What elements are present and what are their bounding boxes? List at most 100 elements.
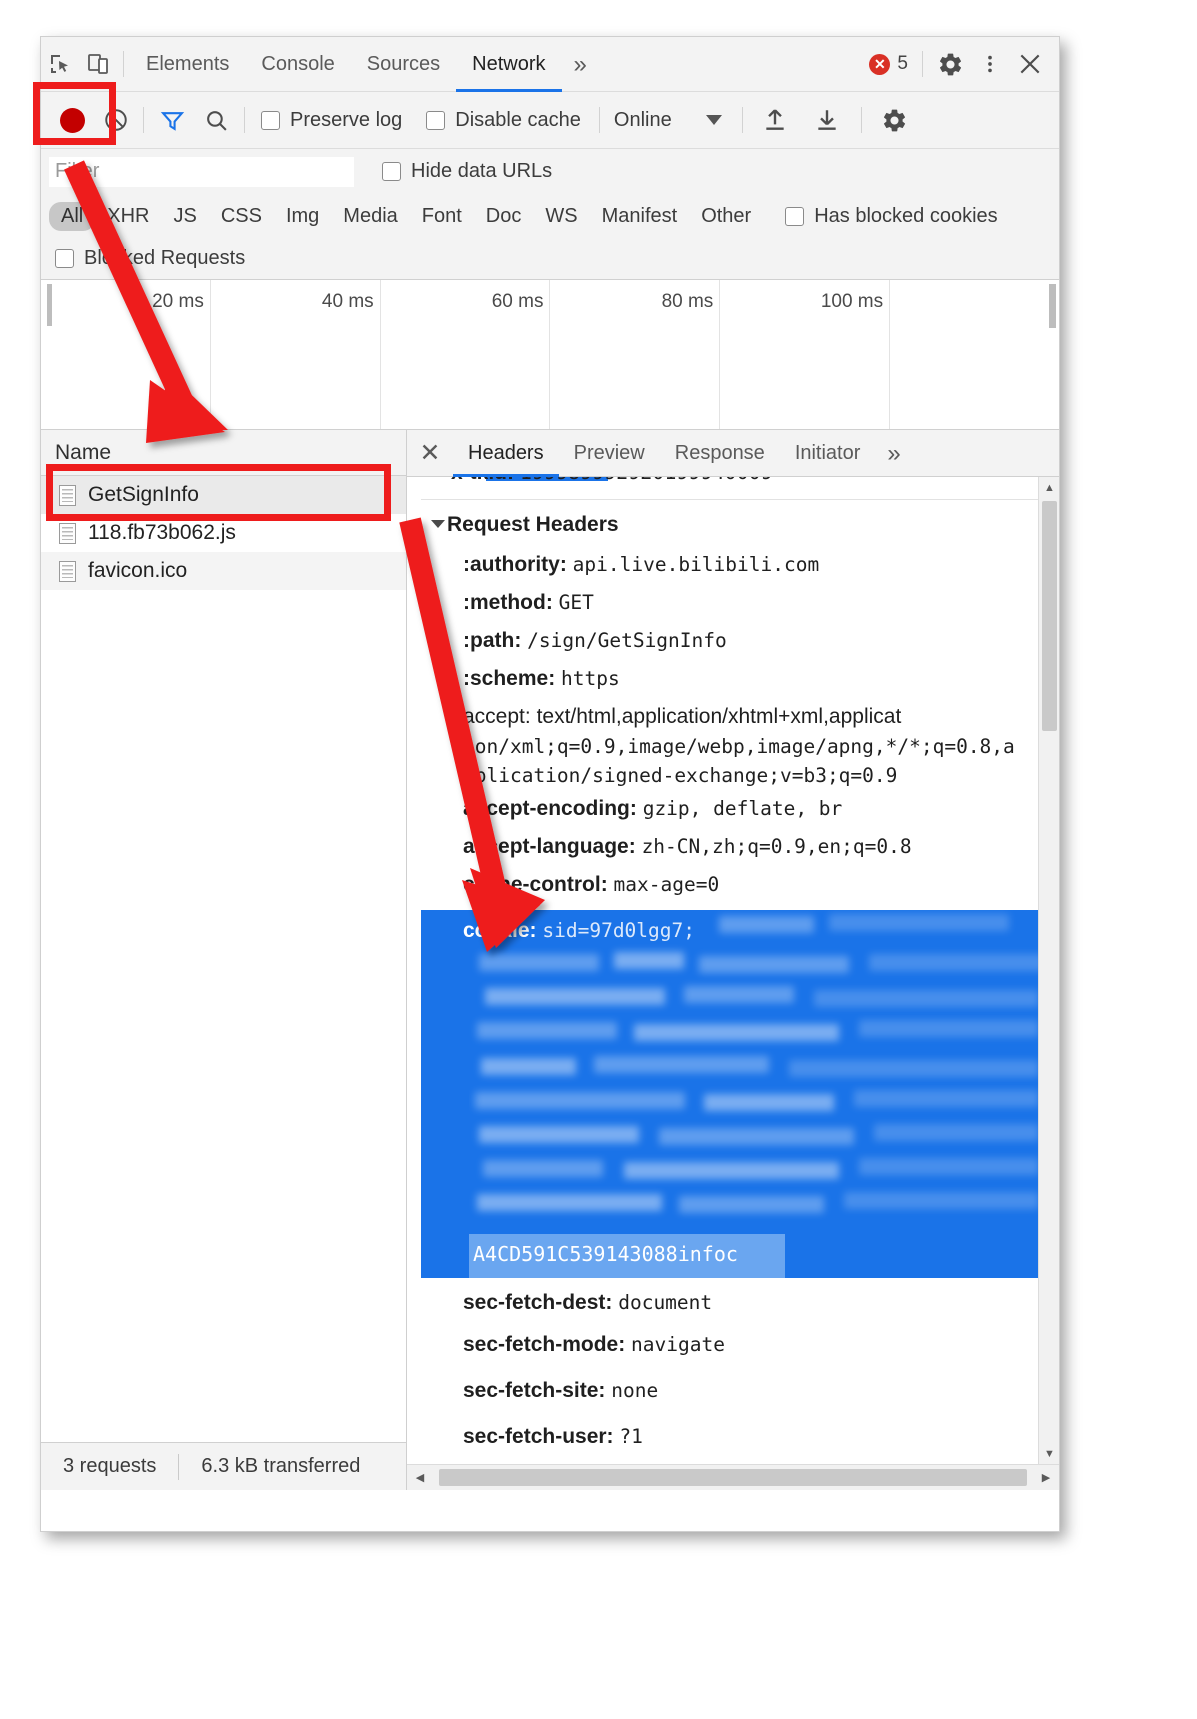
header-value: navigate <box>631 1333 725 1356</box>
has-blocked-cookies-label: Has blocked cookies <box>814 204 998 227</box>
type-filter-other[interactable]: Other <box>689 202 763 231</box>
column-header-name: Name <box>55 440 112 464</box>
overview-tick-40ms: 40 ms <box>321 291 374 312</box>
upload-har-icon[interactable] <box>749 101 801 139</box>
network-toolbar: Preserve log Disable cache Online <box>41 92 1059 149</box>
error-icon: ✕ <box>869 53 891 75</box>
type-filter-all[interactable]: All <box>49 201 96 231</box>
toolbar-divider-6 <box>741 107 743 133</box>
inspect-cursor-icon[interactable] <box>41 45 79 83</box>
tab-elements[interactable]: Elements <box>130 37 245 92</box>
search-icon[interactable] <box>194 101 238 139</box>
header-accept-line3: pplication/signed-exchange;v=b3;q=0.9 <box>463 764 898 787</box>
gear-icon[interactable] <box>931 45 969 83</box>
has-blocked-cookies-box <box>785 206 805 226</box>
header-sec-fetch-site: sec-fetch-site: none <box>421 1368 1038 1414</box>
type-filter-media[interactable]: Media <box>331 202 409 231</box>
filter-row: Hide data URLs <box>41 149 1059 194</box>
overview-cell-3: 60 ms <box>381 280 551 429</box>
device-toolbar-icon[interactable] <box>79 45 117 83</box>
header-value: document <box>618 1291 713 1314</box>
request-row-favicon[interactable]: favicon.ico <box>41 552 406 590</box>
type-filter-css[interactable]: CSS <box>209 202 274 231</box>
overview-right-handle[interactable] <box>1049 284 1056 328</box>
header-key: sec-fetch-site: <box>463 1379 606 1402</box>
header-sec-fetch-mode: sec-fetch-mode: navigate <box>421 1322 1038 1368</box>
request-row-getsigninfo[interactable]: GetSignInfo <box>41 476 406 514</box>
triangle-down-icon <box>431 520 445 528</box>
network-overview-timeline[interactable]: 20 ms 40 ms 60 ms 80 ms 100 ms <box>41 280 1059 430</box>
capture-settings-gear-icon[interactable] <box>868 101 922 139</box>
type-filter-img[interactable]: Img <box>274 202 331 231</box>
toolbar-divider-5 <box>598 107 600 133</box>
request-row-118js[interactable]: 118.fb73b062.js <box>41 514 406 552</box>
document-icon <box>59 484 76 506</box>
request-list-column-header[interactable]: Name <box>41 430 406 476</box>
filter-funnel-icon[interactable] <box>150 101 194 139</box>
vertical-scroll-thumb[interactable] <box>1042 501 1057 731</box>
download-har-icon[interactable] <box>801 101 853 139</box>
detail-tab-preview[interactable]: Preview <box>559 430 660 477</box>
type-filter-js[interactable]: JS <box>161 202 208 231</box>
tab-sources[interactable]: Sources <box>351 37 456 92</box>
scroll-right-arrow-icon[interactable]: ▶ <box>1033 1465 1059 1490</box>
hide-data-urls-checkbox[interactable]: Hide data URLs <box>382 160 552 183</box>
cookie-header-key: cookie: <box>463 919 537 942</box>
scroll-up-arrow-icon[interactable]: ▲ <box>1039 477 1059 498</box>
error-count-badge[interactable]: ✕ 5 <box>869 53 914 75</box>
filter-input[interactable] <box>49 156 354 187</box>
header-key: sec-fetch-mode: <box>463 1333 626 1356</box>
cookie-header-last-line: A4CD591C539143088infoc <box>421 1234 1038 1278</box>
detail-vertical-scrollbar[interactable]: ▲ ▼ <box>1038 477 1059 1464</box>
header-value: zh-CN,zh;q=0.9,en;q=0.8 <box>641 835 912 858</box>
type-filter-font[interactable]: Font <box>410 202 474 231</box>
type-filter-xhr[interactable]: XHR <box>95 202 161 231</box>
has-blocked-cookies-checkbox[interactable]: Has blocked cookies <box>785 204 998 228</box>
hide-data-urls-box <box>382 162 401 181</box>
more-tabs-icon[interactable]: » <box>562 37 599 92</box>
overview-cell-2: 40 ms <box>211 280 381 429</box>
header-cache-control: cache-control: max-age=0 <box>421 866 1038 904</box>
header-value: /sign/GetSignInfo <box>527 629 727 652</box>
detail-tab-headers[interactable]: Headers <box>453 430 559 477</box>
request-headers-section-title[interactable]: Request Headers <box>421 500 1038 546</box>
overview-grid: 20 ms 40 ms 60 ms 80 ms 100 ms <box>41 280 1059 429</box>
header-key: :scheme: <box>463 667 556 690</box>
overview-cell-4: 80 ms <box>550 280 721 429</box>
type-filter-ws[interactable]: WS <box>533 202 589 231</box>
throttling-value: Online <box>613 108 672 131</box>
toolbar-divider-7 <box>860 107 862 133</box>
preserve-log-checkbox[interactable]: Preserve log <box>261 109 402 132</box>
request-list-panel: Name GetSignInfo 118.fb73b062.js favicon… <box>41 430 407 1490</box>
detail-more-tabs-icon[interactable]: » <box>875 430 912 477</box>
throttling-dropdown[interactable]: Online <box>606 109 730 132</box>
tab-console[interactable]: Console <box>245 37 350 92</box>
scroll-down-arrow-icon[interactable]: ▼ <box>1039 1443 1059 1464</box>
horizontal-scroll-thumb[interactable] <box>439 1469 1027 1486</box>
close-detail-icon[interactable]: ✕ <box>407 430 453 477</box>
kebab-menu-icon[interactable] <box>971 45 1009 83</box>
network-status-bar: 3 requests 6.3 kB transferred <box>41 1442 406 1490</box>
header-key: cache-control: <box>463 873 608 896</box>
scroll-left-arrow-icon[interactable]: ◀ <box>407 1465 433 1490</box>
disable-cache-box <box>426 110 446 130</box>
record-stop-icon[interactable] <box>49 101 95 139</box>
header-value: api.live.bilibili.com <box>572 553 820 576</box>
header-accept-line2: ion/xml;q=0.9,image/webp,image/apng,*/*;… <box>463 735 1015 758</box>
tab-network[interactable]: Network <box>456 37 561 92</box>
overview-cell-1: 20 ms <box>41 280 211 429</box>
header-key: accept-encoding: <box>463 797 637 820</box>
detail-horizontal-scrollbar[interactable]: ◀ ▶ <box>407 1464 1059 1490</box>
type-filter-manifest[interactable]: Manifest <box>590 202 690 231</box>
headers-scroll-content: x-tkid: 199989992920199940009 Request He… <box>407 477 1038 1490</box>
type-filter-doc[interactable]: Doc <box>474 202 534 231</box>
blocked-requests-box <box>55 249 74 268</box>
close-icon[interactable] <box>1011 45 1049 83</box>
disable-cache-checkbox[interactable]: Disable cache <box>426 109 581 132</box>
blocked-requests-checkbox[interactable]: Blocked Requests <box>55 247 245 270</box>
detail-tab-response[interactable]: Response <box>660 430 780 477</box>
detail-tab-initiator[interactable]: Initiator <box>780 430 876 477</box>
request-list-empty-space <box>41 590 406 1442</box>
header-cookie-selected[interactable]: cookie: sid=97d0lgg7; A4CD591C539143088i… <box>421 910 1038 1278</box>
clear-icon[interactable] <box>95 101 137 139</box>
